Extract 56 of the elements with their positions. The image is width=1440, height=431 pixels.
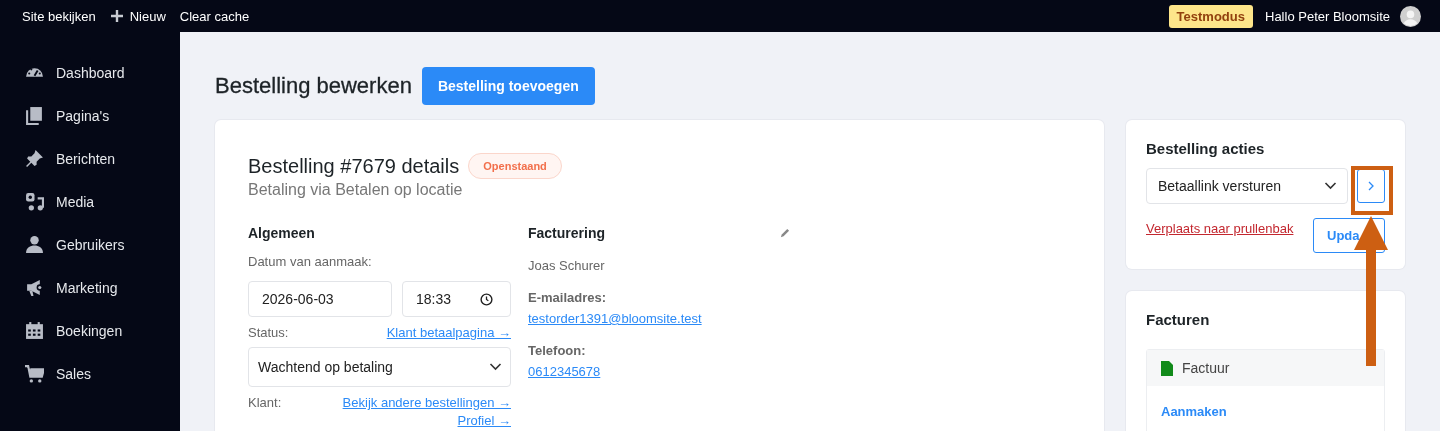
new-menu[interactable]: Nieuw [109,8,166,24]
invoice-name: Factuur [1182,360,1230,376]
time-field[interactable]: 18:33 [402,281,511,317]
field-label: Telefoon: [528,343,587,358]
chevron-down-icon [1324,182,1338,190]
media-icon [25,192,44,211]
test-mode-badge: Testmodus [1168,4,1253,28]
highlight-frame [1351,166,1393,215]
sidebar-item[interactable]: Media [0,180,180,223]
sidebar-item[interactable]: Pagina's [0,94,180,137]
chevron-down-icon [489,363,502,371]
order-title: Bestelling #7679 details [248,154,460,178]
field-label: Status: [248,325,289,340]
payment-page-link[interactable]: Klant betaalpagina → [386,325,511,340]
user-icon [25,235,44,254]
field-label: Klant: [248,395,282,410]
pages-icon [25,106,44,125]
section-heading: Facturering [528,225,605,241]
toolbar-link[interactable]: Site bekijken [22,8,96,24]
avatar-icon[interactable] [1400,5,1421,27]
greeting[interactable]: Hallo Peter Bloomsite [1265,8,1390,24]
card-title: Bestelling acties [1146,140,1266,157]
apply-button[interactable] [1357,169,1385,203]
cart-icon [25,364,44,383]
phone-link[interactable]: 0612345678 [528,364,790,379]
document-icon [1161,360,1173,376]
email-link[interactable]: testorder1391@bloomsite.test [528,311,790,326]
sidebar-item[interactable]: Marketing [0,266,180,309]
sidebar-item[interactable]: Dashboard [0,51,180,94]
create-invoice-link[interactable]: Aanmaken [1147,386,1384,431]
trash-link[interactable]: Verplaats naar prullenbak [1146,221,1294,236]
sidebar-item[interactable]: Boekingen [0,309,180,352]
plus-icon [109,9,124,23]
chevron-right-icon [1368,181,1375,191]
sidebar-item[interactable]: Berichten [0,137,180,180]
clock-icon [480,292,493,306]
calendar-icon [25,321,44,340]
pencil-icon[interactable] [779,227,790,239]
sidebar-item[interactable]: Sales [0,352,180,395]
pin-icon [25,149,44,168]
action-select[interactable]: Betaallink versturen [1146,168,1349,204]
customer-link[interactable]: Bekijk andere bestellingen → [342,395,511,410]
sidebar-item[interactable]: Gebruikers [0,223,180,266]
page-title: Bestelling bewerken [215,73,412,99]
customer-link[interactable]: Profiel → [457,413,511,428]
megaphone-icon [25,278,44,297]
status-select[interactable]: Wachtend op betaling [248,347,511,387]
payment-method: Betaling via Betalen op locatie [248,181,464,199]
section-heading: Algemeen [248,225,316,241]
field-label: E-mailadres: [528,290,608,305]
status-badge: Openstaand [468,153,562,179]
card-title: Facturen [1146,311,1211,328]
customer-name: Joas Schurer [528,258,606,273]
field-label: Datum van aanmaak: [248,254,373,269]
date-field[interactable]: 2026-06-03 [248,281,392,317]
toolbar-link[interactable]: Clear cache [179,8,250,24]
